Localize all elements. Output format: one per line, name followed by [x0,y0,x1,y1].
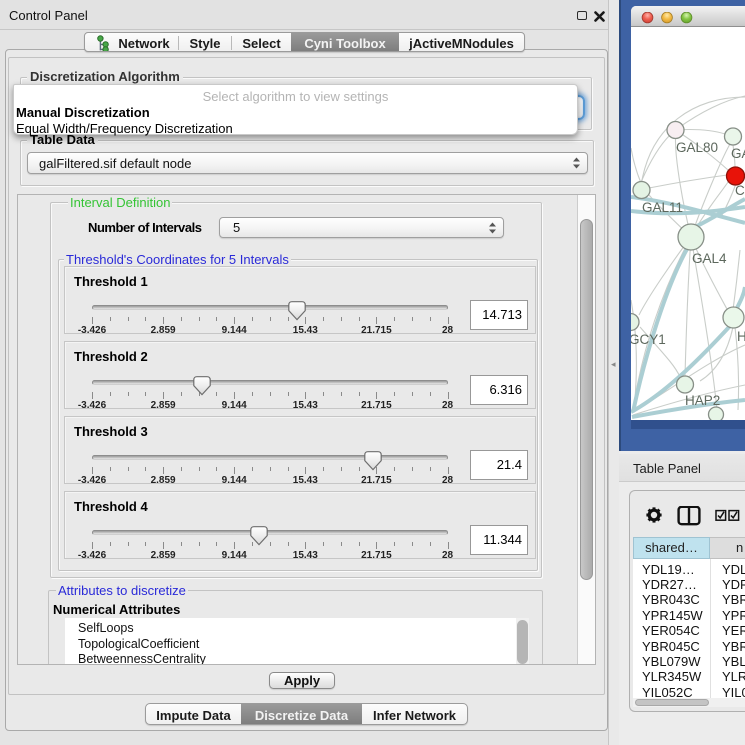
svg-text:GA: GA [731,146,745,161]
svg-text:GAL80: GAL80 [676,140,718,155]
svg-text:H: H [737,329,745,344]
svg-text:C: C [735,183,745,198]
svg-text:HAP2: HAP2 [685,393,720,408]
svg-text:GAL11: GAL11 [642,200,683,215]
svg-text:GAL4: GAL4 [692,251,727,266]
svg-text:GCY1: GCY1 [631,332,666,347]
